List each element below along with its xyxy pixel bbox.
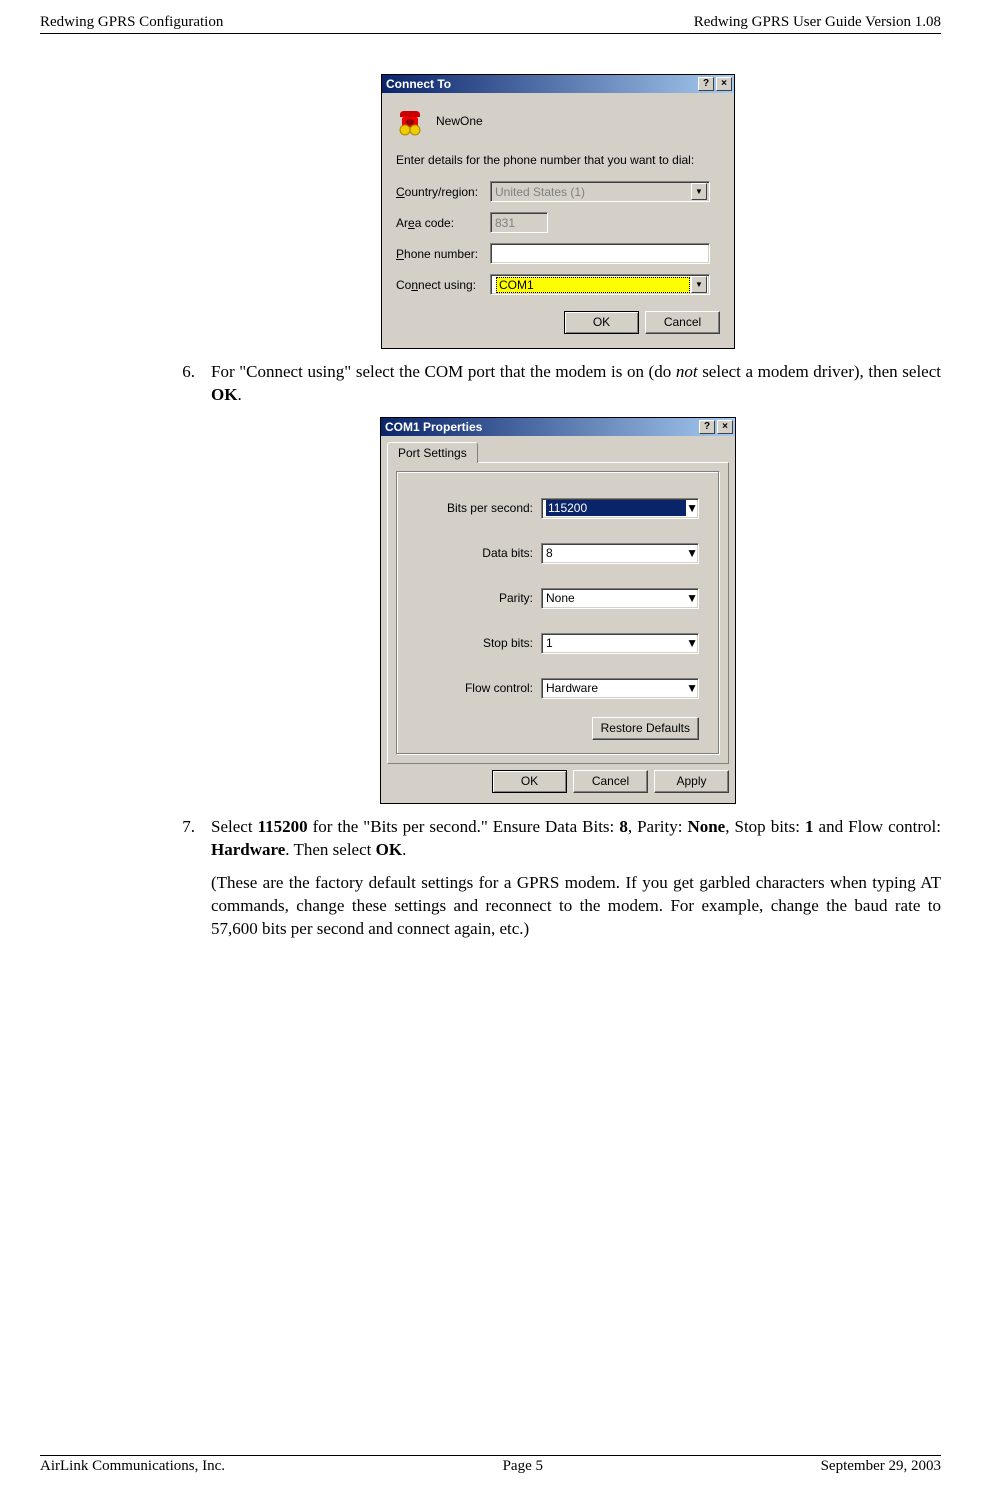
header-left: Redwing GPRS Configuration	[40, 14, 223, 31]
chevron-down-icon[interactable]: ▼	[686, 681, 698, 695]
restore-defaults-button[interactable]: Restore Defaults	[592, 717, 699, 740]
page-header: Redwing GPRS Configuration Redwing GPRS …	[40, 14, 941, 34]
data-bits-label: Data bits:	[482, 546, 541, 560]
flow-control-combo[interactable]: Hardware ▼	[541, 678, 699, 699]
stop-bits-combo[interactable]: 1 ▼	[541, 633, 699, 654]
flow-control-label: Flow control:	[465, 681, 541, 695]
header-right: Redwing GPRS User Guide Version 1.08	[694, 14, 941, 31]
connect-using-combo[interactable]: COM1 ▼	[490, 274, 710, 295]
apply-button[interactable]: Apply	[654, 770, 729, 793]
ok-button[interactable]: OK	[564, 311, 639, 334]
chevron-down-icon: ▼	[691, 183, 707, 200]
step-7: 7. Select 115200 for the "Bits per secon…	[175, 816, 941, 951]
phone-icon	[396, 105, 428, 137]
ok-button[interactable]: OK	[492, 770, 567, 793]
dialog-title: Connect To	[386, 77, 451, 91]
connect-using-label: Connect using:	[396, 278, 490, 292]
parity-label: Parity:	[499, 591, 541, 605]
close-icon[interactable]: ×	[717, 420, 733, 434]
help-icon[interactable]: ?	[698, 77, 714, 91]
area-code-input: 831	[490, 212, 548, 233]
tab-port-settings[interactable]: Port Settings	[387, 442, 478, 463]
chevron-down-icon[interactable]: ▼	[691, 276, 707, 293]
titlebar: COM1 Properties ? ×	[381, 418, 735, 436]
footer-right: September 29, 2003	[821, 1458, 941, 1475]
chevron-down-icon[interactable]: ▼	[686, 636, 698, 650]
connection-name: NewOne	[436, 114, 483, 128]
country-label: Country/region:	[396, 185, 490, 199]
stop-bits-label: Stop bits:	[483, 636, 541, 650]
page-footer: AirLink Communications, Inc. Page 5 Sept…	[40, 1455, 941, 1475]
area-code-label: Area code:	[396, 216, 490, 230]
phone-number-label: Phone number:	[396, 247, 490, 261]
step-6: 6. For "Connect using" select the COM po…	[175, 361, 941, 417]
connect-to-dialog: Connect To ? ×	[381, 74, 735, 349]
country-combo: United States (1) ▼	[490, 181, 710, 202]
titlebar: Connect To ? ×	[382, 75, 734, 93]
close-icon[interactable]: ×	[716, 77, 732, 91]
dialog-title: COM1 Properties	[385, 420, 482, 434]
phone-number-input[interactable]	[490, 243, 710, 264]
bits-per-second-label: Bits per second:	[447, 501, 541, 515]
chevron-down-icon[interactable]: ▼	[686, 591, 698, 605]
com1-properties-dialog: COM1 Properties ? × Port Settings Bits p…	[380, 417, 736, 804]
chevron-down-icon[interactable]: ▼	[686, 501, 698, 515]
data-bits-combo[interactable]: 8 ▼	[541, 543, 699, 564]
footer-left: AirLink Communications, Inc.	[40, 1458, 225, 1475]
footer-center: Page 5	[503, 1458, 543, 1475]
help-icon[interactable]: ?	[699, 420, 715, 434]
bits-per-second-combo[interactable]: 115200 ▼	[541, 498, 699, 519]
dialog-instruction: Enter details for the phone number that …	[396, 153, 720, 167]
cancel-button[interactable]: Cancel	[573, 770, 648, 793]
chevron-down-icon[interactable]: ▼	[686, 546, 698, 560]
cancel-button[interactable]: Cancel	[645, 311, 720, 334]
parity-combo[interactable]: None ▼	[541, 588, 699, 609]
